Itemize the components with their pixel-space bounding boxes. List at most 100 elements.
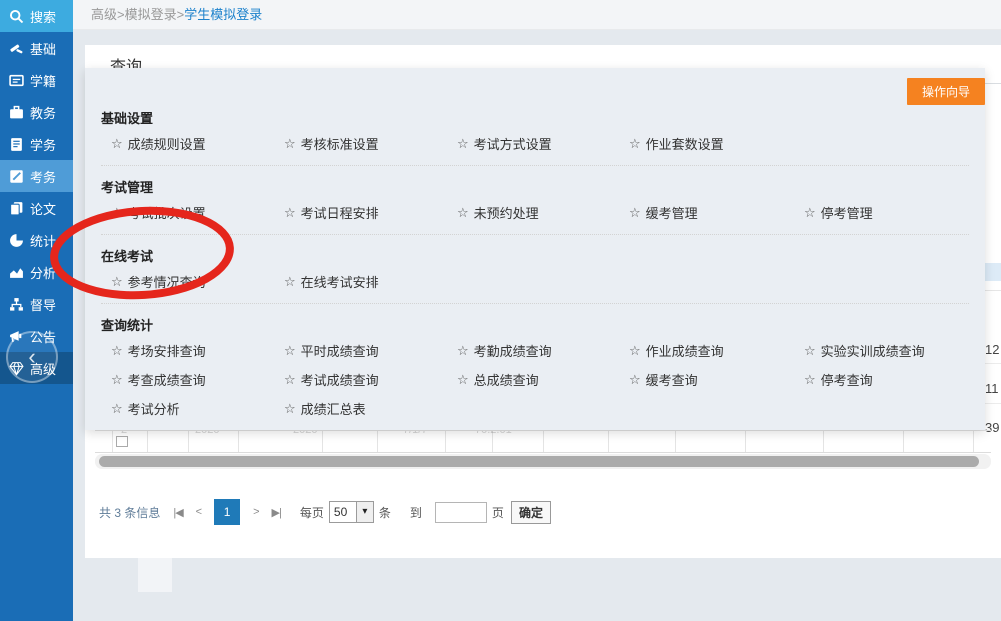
menu-item-label: 考勤成绩查询 (474, 341, 552, 360)
id-card-icon (9, 73, 24, 88)
table-cell-border (903, 431, 904, 453)
prev-page-button[interactable]: < (196, 506, 201, 518)
menu-item-label: 参考情况查询 (128, 272, 206, 291)
star-icon: ☆ (284, 136, 296, 152)
first-page-button[interactable]: |◀ (173, 506, 182, 519)
menu-item[interactable]: ☆ 考试批次设置 (111, 198, 284, 227)
page-size-select[interactable]: 50 ▾ (329, 501, 374, 523)
star-icon: ☆ (111, 136, 123, 152)
section-title: 考试管理 (101, 177, 969, 198)
menu-item[interactable]: ☆考试成绩查询 (284, 365, 457, 394)
menu-item-label: 停考查询 (821, 370, 873, 389)
menu-item-label: 成绩规则设置 (128, 134, 206, 153)
section-title: 查询统计 (101, 315, 969, 336)
menu-item[interactable]: ☆平时成绩查询 (284, 336, 457, 365)
tools-icon (9, 41, 24, 56)
operation-wizard-button[interactable]: 操作向导 (907, 78, 985, 105)
confirm-button[interactable]: 确定 (511, 501, 551, 524)
row-checkbox[interactable] (116, 436, 128, 447)
menu-item[interactable]: ☆考试分析 (111, 394, 284, 423)
star-icon: ☆ (284, 401, 296, 417)
menu-item[interactable]: ☆缓考管理 (629, 198, 804, 227)
sidebar-item-label: 教务 (30, 103, 56, 122)
menu-item-label: 未预约处理 (474, 203, 539, 222)
breadcrumb-prefix: 高级>模拟登录> (91, 7, 184, 22)
menu-item[interactable]: ☆ 缓考查询 (629, 365, 804, 394)
menu-item[interactable]: ☆作业套数设置 (629, 129, 804, 158)
table-cell-border (543, 431, 544, 453)
table-cell-partial-number: 12 (985, 342, 999, 357)
goto-suffix-label: 页 (492, 504, 504, 521)
sidebar-item-label: 搜索 (30, 7, 56, 26)
sidebar-item-search[interactable]: 搜索 (0, 0, 73, 32)
faded-cell-text: 2020 (293, 430, 317, 436)
sidebar-collapse-button[interactable]: ‹ (6, 331, 58, 383)
menu-item[interactable]: ☆ 停考查询 (804, 365, 969, 394)
sidebar-item-student-affairs[interactable]: 学务 (0, 128, 73, 160)
sidebar-item-academic[interactable]: 教务 (0, 96, 73, 128)
menu-item-label: 缓考管理 (646, 203, 698, 222)
sidebar-item-roster[interactable]: 学籍 (0, 64, 73, 96)
star-icon: ☆ (804, 372, 816, 388)
horizontal-scrollbar-track[interactable] (95, 454, 991, 469)
breadcrumb-current[interactable]: 学生模拟登录 (184, 7, 262, 22)
table-row: 2202020207/1/770.2.01 (95, 430, 991, 453)
star-icon: ☆ (457, 343, 469, 359)
star-icon: ☆ (284, 372, 296, 388)
pie-chart-icon (9, 233, 24, 248)
menu-item[interactable]: ☆未预约处理 (457, 198, 629, 227)
next-page-button[interactable]: > (253, 506, 258, 518)
menu-item[interactable]: ☆参考情况查询 (111, 267, 284, 296)
sidebar-item-supervision[interactable]: 督导 (0, 288, 73, 320)
horizontal-scrollbar-thumb[interactable] (99, 456, 979, 467)
table-cell-border (147, 431, 148, 453)
table-cell-border (188, 431, 189, 453)
goto-page-input[interactable] (435, 502, 487, 523)
menu-item-label: 考试方式设置 (474, 134, 552, 153)
papers-icon (9, 201, 24, 216)
last-page-button[interactable]: ▶| (272, 506, 281, 519)
table-cell-border (445, 431, 446, 453)
menu-item[interactable]: ☆考查成绩查询 (111, 365, 284, 394)
exam-affairs-mega-menu: 操作向导 基础设置 ☆成绩规则设置☆考核标准设置☆考试方式设置☆作业套数设置 考… (85, 68, 985, 430)
menu-item[interactable]: ☆考核标准设置 (284, 129, 457, 158)
sidebar-item-basic[interactable]: 基础 (0, 32, 73, 64)
menu-item-label: 考试批次设置 (128, 203, 206, 222)
table-cell-border (112, 431, 113, 453)
menu-item[interactable]: ☆ 考试方式设置 (457, 129, 629, 158)
menu-item[interactable]: ☆考试日程安排 (284, 198, 457, 227)
menu-item[interactable]: ☆ 成绩汇总表 (284, 394, 457, 423)
menu-item-label: 考试日程安排 (301, 203, 379, 222)
area-chart-icon (9, 265, 24, 280)
menu-grid: ☆参考情况查询☆在线考试安排 (101, 267, 969, 296)
star-icon: ☆ (457, 136, 469, 152)
briefcase-icon (9, 105, 24, 120)
star-icon: ☆ (804, 205, 816, 221)
sidebar-item-exam-affairs[interactable]: 考务 (0, 160, 73, 192)
menu-grid: ☆考试批次设置☆考试日程安排☆未预约处理☆缓考管理☆停考管理 (101, 198, 969, 227)
menu-item[interactable]: ☆考场安排查询 (111, 336, 284, 365)
menu-item[interactable]: ☆实验实训成绩查询 (804, 336, 969, 365)
faded-cell-text: 7/1/7 (403, 430, 427, 436)
menu-item[interactable]: ☆总成绩查询 (457, 365, 629, 394)
star-icon: ☆ (629, 372, 641, 388)
pagination-bar: 共 3 条信息 |◀ < 1 > ▶| 每页 50 ▾ 条 到 页 确定 (99, 497, 551, 527)
menu-item-label: 平时成绩查询 (301, 341, 379, 360)
menu-item-label: 成绩汇总表 (301, 399, 366, 418)
menu-item[interactable]: ☆作业成绩查询 (629, 336, 804, 365)
menu-section-online-exam: 在线考试 ☆参考情况查询☆在线考试安排 (101, 246, 969, 304)
menu-item-label: 缓考查询 (646, 370, 698, 389)
menu-item-label: 在线考试安排 (301, 272, 379, 291)
menu-item[interactable]: ☆在线考试安排 (284, 267, 457, 296)
menu-item[interactable]: ☆ 成绩规则设置 (111, 129, 284, 158)
menu-item[interactable]: ☆ 考勤成绩查询 (457, 336, 629, 365)
table-cell-border (322, 431, 323, 453)
sidebar-item-analysis[interactable]: 分析 (0, 256, 73, 288)
current-page-indicator[interactable]: 1 (214, 499, 240, 525)
menu-item[interactable]: ☆停考管理 (804, 198, 969, 227)
sidebar-item-label: 考务 (30, 167, 56, 186)
star-icon: ☆ (111, 372, 123, 388)
sidebar-item-thesis[interactable]: 论文 (0, 192, 73, 224)
sidebar-item-statistics[interactable]: 统计 (0, 224, 73, 256)
star-icon: ☆ (111, 205, 123, 221)
